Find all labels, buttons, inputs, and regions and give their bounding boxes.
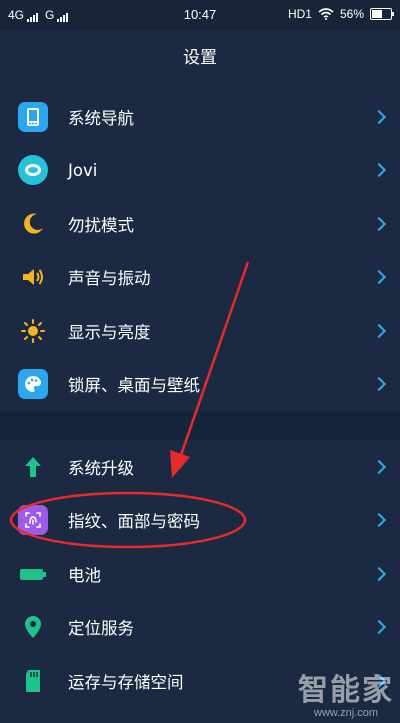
settings-item-fingerprint-face-password[interactable]: 指纹、面部与密码 <box>0 494 400 548</box>
settings-item-label: 电池 <box>68 565 101 585</box>
chevron-right-icon <box>371 216 387 231</box>
page-title: 设置 <box>183 47 217 68</box>
settings-item-location[interactable]: 定位服务 <box>0 601 400 655</box>
hd-label: HD1 <box>287 7 312 21</box>
chevron-right-icon <box>371 270 387 285</box>
settings-item-sound-vibration[interactable]: 声音与振动 <box>0 251 400 305</box>
settings-item-battery[interactable]: 电池 <box>0 547 400 601</box>
settings-item-jovi[interactable]: Jovi <box>0 144 400 198</box>
settings-item-display-brightness[interactable]: 显示与亮度 <box>0 304 400 358</box>
battery-percent: 56% <box>339 7 364 21</box>
settings-item-label: 显示与亮度 <box>68 322 151 342</box>
settings-item-label: 定位服务 <box>68 619 134 639</box>
chevron-right-icon <box>371 566 387 581</box>
settings-item-system-update[interactable]: 系统升级 <box>0 440 400 494</box>
settings-item-label: 声音与振动 <box>68 269 151 289</box>
settings-item-system-navigation[interactable]: 系统导航 <box>0 90 400 144</box>
chevron-right-icon <box>371 459 387 474</box>
settings-item-label: Jovi <box>68 160 98 180</box>
chevron-right-icon <box>371 163 387 178</box>
chevron-right-icon <box>371 377 387 392</box>
watermark-logo: 智能家 www.znj.com <box>298 665 394 719</box>
chevron-right-icon <box>371 620 387 635</box>
moon-icon <box>18 209 48 239</box>
jovi-icon <box>18 155 48 186</box>
settings-item-label: 勿扰模式 <box>68 215 134 235</box>
settings-item-label: 系统导航 <box>68 108 134 128</box>
section-divider <box>0 412 400 440</box>
settings-group-1: 系统导航 Jovi 勿扰模式 声音与振动 显示与亮度 锁屏、桌面与壁纸 <box>0 90 400 411</box>
location-pin-icon <box>18 612 48 642</box>
settings-item-lockscreen-wallpaper[interactable]: 锁屏、桌面与壁纸 <box>0 358 400 412</box>
battery-status-icon <box>370 8 394 20</box>
battery-icon <box>18 559 48 589</box>
status-bar: 4G G 10:47 HD1 56% <box>0 0 400 30</box>
sun-icon <box>18 316 48 346</box>
wifi-icon <box>318 8 334 20</box>
status-right: HD1 56% <box>287 7 394 21</box>
settings-item-label: 指纹、面部与密码 <box>68 512 200 532</box>
watermark-text: 智能家 <box>298 673 394 708</box>
chevron-right-icon <box>371 513 387 528</box>
palette-icon <box>18 369 48 400</box>
settings-item-do-not-disturb[interactable]: 勿扰模式 <box>0 197 400 251</box>
sd-card-icon <box>18 666 48 696</box>
settings-item-label: 运存与存储空间 <box>68 672 184 692</box>
settings-item-label: 锁屏、桌面与壁纸 <box>68 376 200 396</box>
header: 设置 <box>0 30 400 80</box>
speaker-icon <box>18 262 48 292</box>
fingerprint-icon <box>18 505 48 536</box>
chevron-right-icon <box>371 323 387 338</box>
phone-nav-icon <box>18 101 48 132</box>
chevron-right-icon <box>371 109 387 124</box>
settings-item-label: 系统升级 <box>68 458 134 478</box>
arrow-up-icon <box>18 452 48 482</box>
